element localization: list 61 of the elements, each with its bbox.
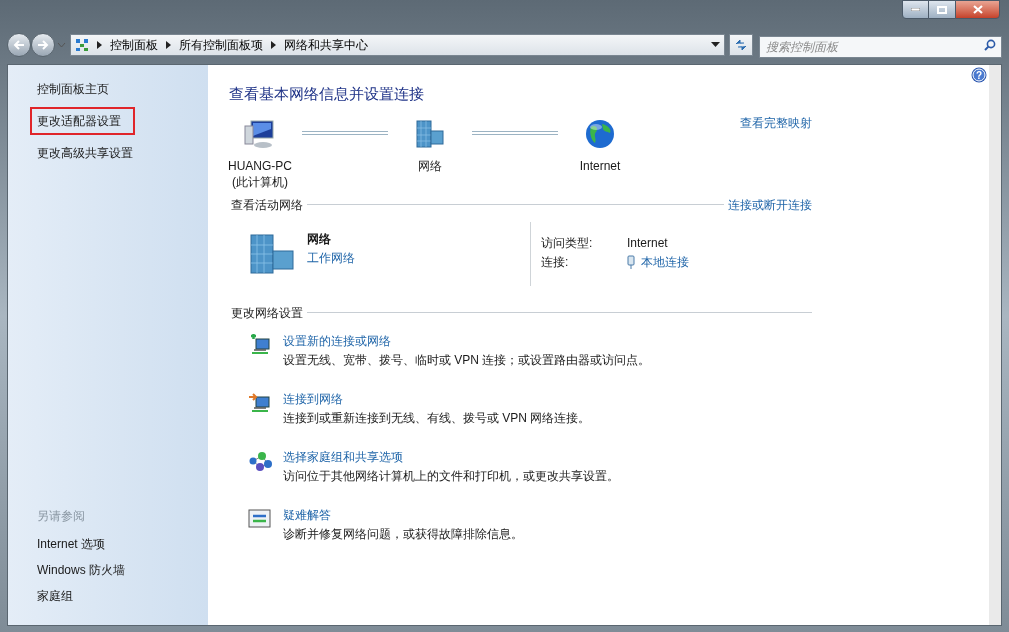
sidebar-link[interactable]: Internet 选项 — [37, 535, 208, 553]
globe-icon — [584, 117, 616, 150]
maximize-button[interactable] — [929, 0, 955, 19]
connect-disconnect-link[interactable]: 连接或断开连接 — [728, 195, 812, 214]
sidebar-link[interactable]: 更改高级共享设置 — [37, 141, 133, 165]
maximize-icon — [937, 5, 947, 14]
node-label: (此计算机) — [232, 173, 288, 190]
sidebar-link[interactable]: 家庭组 — [37, 587, 208, 605]
server-icon — [249, 232, 295, 275]
task-link[interactable]: 疑难解答 — [283, 505, 331, 525]
task-description: 设置无线、宽带、拨号、临时或 VPN 连接；或设置路由器或访问点。 — [283, 351, 651, 369]
cable-plug-icon — [627, 255, 635, 269]
sidebar-link[interactable]: 控制面板主页 — [37, 77, 109, 101]
minimize-button[interactable] — [902, 0, 929, 19]
section-heading: 另请参阅 — [37, 508, 86, 525]
address-bar[interactable]: 控制面板 所有控制面板项 网络和共享中心 — [70, 34, 725, 56]
homegroup-icon — [248, 449, 274, 472]
back-arrow-icon — [13, 40, 25, 50]
section-heading: 查看活动网络 — [231, 196, 303, 214]
troubleshoot-icon — [248, 507, 272, 530]
sidebar-link[interactable]: 更改适配器设置 — [30, 107, 135, 135]
computer-icon — [243, 117, 277, 150]
chevron-icon[interactable] — [166, 41, 171, 49]
view-map-link[interactable]: 查看完整映射 — [740, 113, 812, 132]
task-link[interactable]: 设置新的连接或网络 — [283, 331, 391, 351]
task-description: 诊断并修复网络问题，或获得故障排除信息。 — [283, 525, 523, 543]
local-connection-link[interactable]: 本地连接 — [641, 252, 689, 272]
breadcrumb-item[interactable]: 控制面板 — [110, 36, 158, 54]
section-heading: 更改网络设置 — [231, 304, 303, 322]
access-type-label: 访问类型: — [541, 234, 594, 252]
server-icon — [413, 117, 447, 150]
control-panel-icon — [75, 38, 89, 52]
task-description: 连接到或重新连接到无线、有线、拨号或 VPN 网络连接。 — [283, 409, 591, 427]
dropdown-arrow-icon[interactable] — [711, 42, 720, 48]
forward-button[interactable] — [31, 33, 55, 57]
task-link[interactable]: 选择家庭组和共享选项 — [283, 447, 403, 467]
node-label: 网络 — [418, 157, 442, 174]
chevron-icon[interactable] — [97, 41, 102, 49]
refresh-button[interactable] — [729, 34, 753, 56]
network-name: 网络 — [307, 230, 332, 248]
chevron-icon[interactable] — [271, 41, 276, 49]
close-icon — [972, 5, 983, 14]
task-link[interactable]: 连接到网络 — [283, 389, 343, 409]
breadcrumb-item[interactable]: 网络和共享中心 — [284, 36, 368, 54]
network-type-link[interactable]: 工作网络 — [307, 248, 355, 268]
back-button[interactable] — [7, 33, 31, 57]
page-title: 查看基本网络信息并设置连接 — [229, 84, 425, 104]
help-icon[interactable]: ? — [971, 67, 987, 83]
refresh-icon — [734, 39, 748, 51]
sidebar-link[interactable]: Windows 防火墙 — [37, 561, 208, 579]
node-label: Internet — [579, 157, 621, 174]
connection-label: 连接: — [541, 253, 570, 271]
search-field[interactable]: 搜索控制面板 — [759, 36, 1002, 58]
forward-arrow-icon — [37, 40, 49, 50]
access-type-value: Internet — [627, 234, 669, 252]
task-description: 访问位于其他网络计算机上的文件和打印机，或更改共享设置。 — [283, 467, 619, 485]
close-button[interactable] — [955, 0, 1000, 19]
node-label: HUANG-PC — [228, 157, 292, 174]
search-icon — [984, 39, 996, 51]
minimize-icon — [911, 8, 920, 11]
breadcrumb-item[interactable]: 所有控制面板项 — [179, 36, 263, 54]
